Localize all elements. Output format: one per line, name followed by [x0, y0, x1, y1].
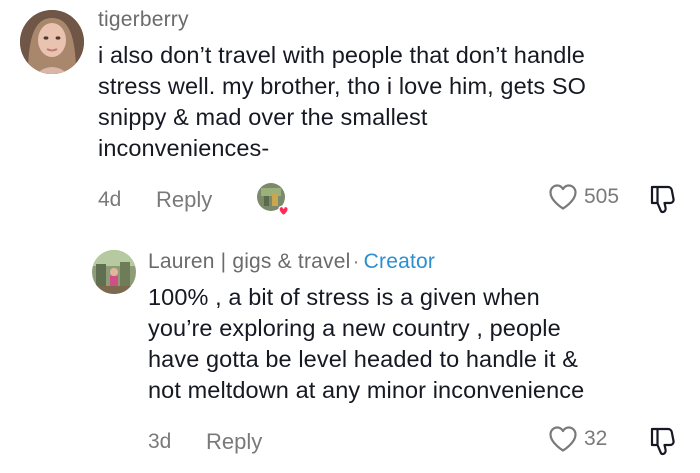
- liked-by-creator-badge: [254, 180, 294, 220]
- thumbs-down-icon: [650, 427, 675, 456]
- reply-button[interactable]: Reply: [156, 187, 212, 213]
- reply-button[interactable]: Reply: [206, 429, 262, 455]
- comment-2-reply: Lauren | gigs & travel· Creator 100% , a …: [0, 230, 700, 473]
- comment-text-line: not meltdown at any minor inconvenience: [148, 377, 585, 403]
- comment-username[interactable]: tigerberry: [98, 8, 189, 32]
- separator-dot: ·: [352, 250, 360, 273]
- liked-by-creator-heart-icon: [278, 205, 289, 217]
- comment-text-line: 100% , a bit of stress is a given when: [148, 284, 540, 310]
- comment-username[interactable]: Lauren | gigs & travel: [148, 250, 350, 273]
- avatar-lauren[interactable]: [92, 250, 136, 294]
- like-button[interactable]: 32: [548, 425, 607, 453]
- avatar-tigerberry[interactable]: [20, 10, 84, 74]
- dislike-button[interactable]: [648, 183, 678, 220]
- comment-text-line: you’re exploring a new country , people: [148, 315, 561, 341]
- like-count: 505: [584, 185, 620, 208]
- comment-text-line: inconveniences-: [98, 135, 270, 161]
- comment-text-line: i also don’t travel with people that don…: [98, 42, 585, 68]
- dislike-button[interactable]: [648, 425, 678, 462]
- comment-age: 3d: [148, 430, 172, 453]
- comment-age: 4d: [98, 188, 122, 211]
- heart-outline-icon: [549, 184, 577, 210]
- comment-1: tigerberry i also don’t travel with peop…: [0, 0, 700, 230]
- reply-username-line: Lauren | gigs & travel· Creator: [148, 250, 435, 274]
- creator-mini-avatar-icon: [257, 183, 289, 217]
- comment-text: i also don’t travel with people that don…: [98, 40, 688, 164]
- comment-text-line: snippy & mad over the smallest: [98, 104, 428, 130]
- like-count: 32: [584, 427, 608, 450]
- creator-badge: Creator: [363, 250, 436, 273]
- comment-text: 100% , a bit of stress is a given when y…: [148, 282, 693, 406]
- like-button[interactable]: 505: [548, 183, 619, 211]
- thumbs-down-icon: [650, 185, 675, 214]
- heart-outline-icon: [549, 426, 577, 452]
- comment-text-line: have gotta be level headed to handle it …: [148, 346, 579, 372]
- comment-text-line: stress well. my brother, tho i love him,…: [98, 73, 587, 99]
